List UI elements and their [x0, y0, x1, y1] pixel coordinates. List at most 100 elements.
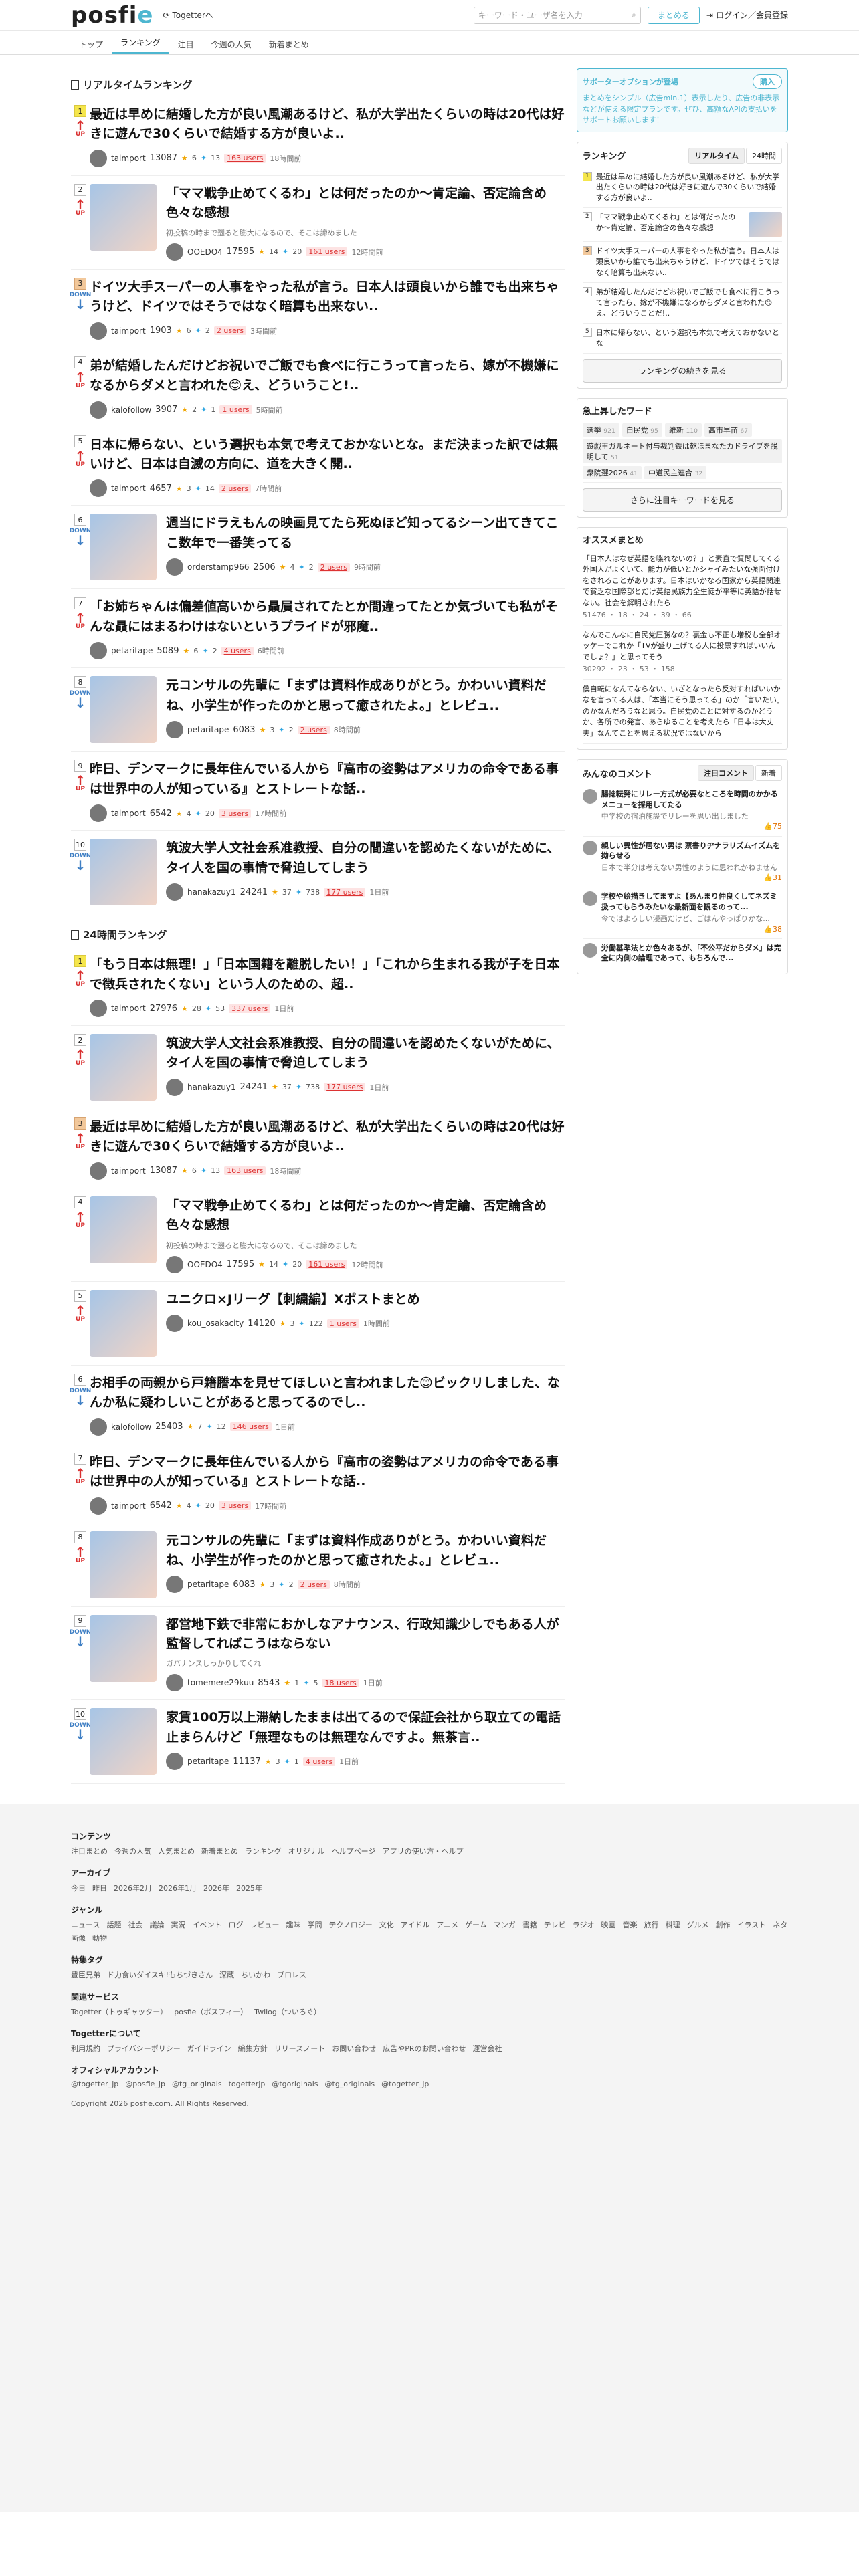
footer-link[interactable]: ガイドライン — [187, 2043, 231, 2054]
avatar[interactable] — [166, 1078, 183, 1096]
footer-link[interactable]: 趣味 — [286, 1919, 300, 1930]
footer-link[interactable]: 2025年 — [236, 1883, 262, 1893]
ranking-item[interactable]: 2 ↑ UP 筑波大学人文社会系准教授、自分の間違いを認めたくないがために、タイ人を国… — [71, 1026, 565, 1109]
footer-link[interactable]: 今週の人気 — [114, 1846, 151, 1856]
matome-button[interactable]: まとめる — [647, 6, 700, 24]
thumbnail-image[interactable] — [90, 839, 157, 906]
footer-link[interactable]: 動物 — [92, 1933, 107, 1943]
item-title[interactable]: 昨日、デンマークに長年住んでいる人から『高市の姿勢はアメリカの命令である事は世界… — [90, 1453, 565, 1492]
users-badge[interactable]: 3 users — [218, 809, 252, 818]
avatar[interactable] — [166, 1753, 183, 1771]
keywords-more-button[interactable]: さらに注目キーワードを見る — [582, 488, 782, 512]
footer-link[interactable]: イベント — [192, 1919, 221, 1930]
purchase-button[interactable]: 購入 — [753, 74, 782, 89]
footer-link[interactable]: ヘルプページ — [332, 1846, 376, 1856]
thumbnail-image[interactable] — [90, 1034, 157, 1101]
footer-link[interactable]: 深蔵 — [219, 1969, 234, 1980]
footer-link[interactable]: 今日 — [71, 1883, 86, 1893]
side-ranking-item[interactable]: 4 弟が結婚したんだけどお祝いでご飯でも食べに行こうって言ったら、嫁が不機嫌になる… — [582, 283, 782, 324]
users-badge[interactable]: 337 users — [229, 1004, 271, 1013]
thumbnail-image[interactable] — [90, 514, 157, 581]
comment-item[interactable]: 労働基準法とか色々あるが、「不公平だからダメ」は完全に内側の論理であって、もちろ… — [582, 939, 782, 968]
users-badge[interactable]: 163 users — [224, 1166, 266, 1176]
footer-link[interactable]: 創作 — [715, 1919, 730, 1930]
ranking-item[interactable]: 7 ↑ UP 昨日、デンマークに長年住んでいる人から『高市の姿勢はアメリカの命令である… — [71, 1444, 565, 1523]
author-name[interactable]: taimport — [111, 1501, 146, 1511]
author-name[interactable]: taimport — [111, 1166, 146, 1176]
item-title[interactable]: 最近は早めに結婚した方が良い風潮あるけど、私が大学出たくらいの時は20代は好きに… — [90, 1117, 565, 1157]
item-title[interactable]: 元コンサルの先輩に「まずは資料作成ありがとう。かわいい資料だね、小学生が作ったの… — [166, 1531, 565, 1571]
users-badge[interactable]: 3 users — [218, 1501, 252, 1510]
footer-link[interactable]: プライバシーポリシー — [107, 2043, 181, 2054]
keyword-chip[interactable]: 自民党 95 — [622, 423, 662, 437]
footer-link[interactable]: 映画 — [601, 1919, 615, 1930]
item-title[interactable]: 昨日、デンマークに長年住んでいる人から『高市の姿勢はアメリカの命令である事は世界… — [90, 760, 565, 799]
footer-link[interactable]: 書籍 — [522, 1919, 537, 1930]
author-name[interactable]: kou_osakacity — [187, 1319, 244, 1328]
author-name[interactable]: taimport — [111, 154, 146, 163]
users-badge[interactable]: 4 users — [221, 646, 254, 655]
footer-link[interactable]: 運営会社 — [473, 2043, 502, 2054]
footer-link[interactable]: ド力食いダイスキ!もちづきさん — [107, 1969, 213, 1980]
item-title[interactable]: 日本に帰らない、という選択も本気で考えておかないとな。まだ決まった訳では無いけど… — [90, 435, 565, 475]
footer-link[interactable]: テクノロジー — [328, 1919, 372, 1930]
footer-link[interactable]: ログ — [228, 1919, 243, 1930]
thumbnail-image[interactable] — [749, 212, 782, 238]
ranking-item[interactable]: 7 ↑ UP 「お姉ちゃんは偏差値高いから贔屓されてたとか間違ってたとか気づいても私が… — [71, 589, 565, 669]
avatar[interactable] — [90, 1497, 107, 1515]
footer-link[interactable]: 社会 — [128, 1919, 142, 1930]
item-title[interactable]: 「お姉ちゃんは偏差値高いから贔屓されてたとか間違ってたとか気づいても私がそんな贔… — [90, 597, 565, 637]
avatar[interactable] — [90, 1162, 107, 1180]
footer-link[interactable]: 文化 — [379, 1919, 394, 1930]
ranking-item[interactable]: 3 ↑ UP 最近は早めに結婚した方が良い風潮あるけど、私が大学出たくらいの時は20代… — [71, 1109, 565, 1188]
ranking-item[interactable]: 4 ↑ UP 「ママ戦争止めてくるわ」とは何だったのか〜肯定論、否定論含め色々な感想初… — [71, 1188, 565, 1282]
author-name[interactable]: hanakazuy1 — [187, 887, 236, 897]
side-ranking-item[interactable]: 3 ドイツ大手スーパーの人事をやった私が言う。日本人は頭良いから誰でも出来ちゃうけ… — [582, 242, 782, 284]
avatar[interactable] — [90, 479, 107, 498]
footer-link[interactable]: 学問 — [307, 1919, 322, 1930]
ranking-item[interactable]: 1 ↑ UP 最近は早めに結婚した方が良い風潮あるけど、私が大学出たくらいの時は20代… — [71, 97, 565, 176]
author-name[interactable]: OOEDO4 — [187, 247, 223, 257]
author-name[interactable]: orderstamp966 — [187, 562, 250, 572]
thumbnail-image[interactable] — [90, 1531, 157, 1598]
footer-link[interactable]: @togetter_jp — [71, 2080, 118, 2088]
ranking-item[interactable]: 9 DOWN ↓ 都営地下鉄で非常におかしなアナウンス、行政知識少しでもある人が監督し… — [70, 1607, 565, 1701]
ranking-item[interactable]: 3 DOWN ↓ ドイツ大手スーパーの人事をやった私が言う。日本人は頭良いから誰でも出… — [70, 270, 565, 348]
thumbnail-image[interactable] — [90, 1614, 157, 1682]
footer-link[interactable]: マンガ — [494, 1919, 516, 1930]
footer-link[interactable]: イラスト — [737, 1919, 766, 1930]
side-ranking-title[interactable]: 「ママ戦争止めてくるわ」とは何だったのか〜肯定論、否定論含め色々な感想 — [596, 212, 745, 237]
ranking-item[interactable]: 10 DOWN ↓ 家賃100万以上滞納したままは出てるので保証会社から取立ての電話止… — [70, 1700, 565, 1784]
users-badge[interactable]: 2 users — [213, 326, 247, 336]
footer-link[interactable]: ネタ — [773, 1919, 787, 1930]
item-title[interactable]: 最近は早めに結婚した方が良い風潮あるけど、私が大学出たくらいの時は20代は好きに… — [90, 105, 565, 144]
avatar[interactable] — [166, 1315, 183, 1333]
footer-link[interactable]: アイドル — [401, 1919, 430, 1930]
users-badge[interactable]: 4 users — [302, 1757, 336, 1766]
ranking-item[interactable]: 5 ↑ UP 日本に帰らない、という選択も本気で考えておかないとな。まだ決まった訳では… — [71, 427, 565, 506]
footer-link[interactable]: ゲーム — [465, 1919, 487, 1930]
footer-link[interactable]: 利用規約 — [71, 2043, 100, 2054]
tab-chumoku[interactable]: 注目 — [170, 35, 202, 54]
side-tab-realtime[interactable]: リアルタイム — [688, 147, 745, 164]
thumbnail-image[interactable] — [90, 1196, 157, 1263]
users-badge[interactable]: 161 users — [306, 1260, 348, 1269]
search-icon[interactable]: ⌕ — [632, 10, 636, 20]
footer-link[interactable]: @togetter_jp — [381, 2080, 429, 2088]
users-badge[interactable]: 177 users — [324, 887, 366, 897]
side-ranking-title[interactable]: ドイツ大手スーパーの人事をやった私が言う。日本人は頭良いから誰でも出来ちゃうけど… — [596, 246, 782, 278]
supporter-promo[interactable]: サポーターオプションが登場 購入 まとめをシンプル（広告min.1）表示したり、… — [576, 68, 788, 132]
comment-item[interactable]: 腸捻転発にリレー方式が必要なところを時間のかかるメニューを採用してたる 中学校の宿… — [582, 785, 782, 837]
avatar[interactable] — [90, 804, 107, 823]
item-title[interactable]: 元コンサルの先輩に「まずは資料作成ありがとう。かわいい資料だね、小学生が作ったの… — [166, 676, 565, 716]
footer-link[interactable]: 豊臣兄弟 — [71, 1969, 100, 1980]
thumbnail-image[interactable] — [90, 1708, 157, 1776]
footer-link[interactable]: 人気まとめ — [158, 1846, 195, 1856]
item-title[interactable]: ドイツ大手スーパーの人事をやった私が言う。日本人は頭良いから誰でも出来ちゃうけど… — [90, 278, 565, 317]
footer-link[interactable]: ラジオ — [573, 1919, 595, 1930]
tab-featured-comments[interactable]: 注目コメント — [698, 765, 754, 782]
posfie-logo[interactable]: posfie — [71, 2, 153, 29]
side-ranking-title[interactable]: 最近は早めに結婚した方が良い風潮あるけど、私が大学出たくらいの時は20代は好きに… — [596, 172, 782, 204]
thumbnail-image[interactable] — [90, 183, 157, 251]
footer-link[interactable]: 音楽 — [622, 1919, 637, 1930]
